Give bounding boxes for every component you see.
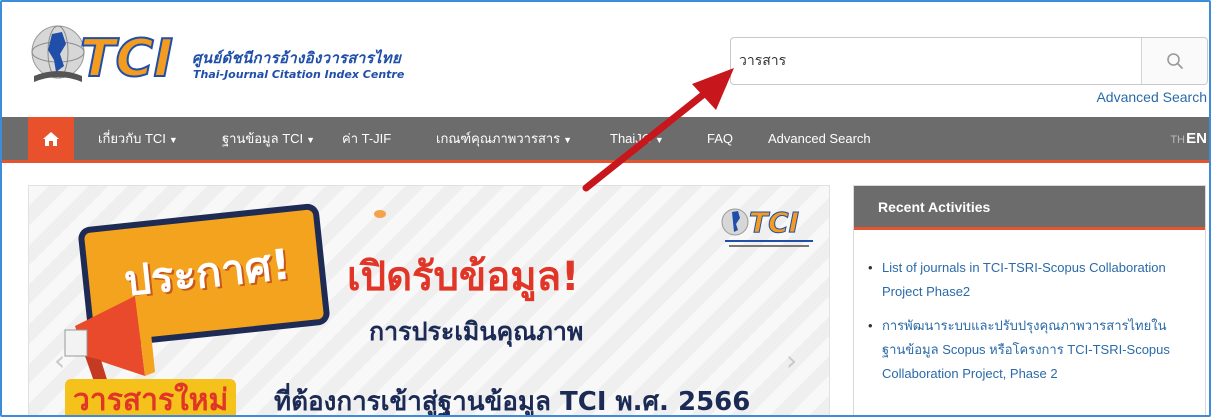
nav-label: ฐานข้อมูล TCI — [222, 131, 304, 146]
caret-down-icon: ▼ — [306, 135, 316, 145]
banner-tail: ที่ต้องการเข้าสู่ฐานข้อมูล TCI พ.ศ. 2566 — [274, 387, 751, 417]
tci-logo[interactable]: TCI — [28, 20, 188, 90]
caret-down-icon: ▼ — [563, 135, 573, 145]
nav-label: Advanced Search — [768, 131, 871, 146]
search-button[interactable] — [1141, 38, 1207, 84]
recent-activities-panel: Recent Activities List of journals in TC… — [853, 185, 1206, 415]
banner-headline: เปิดรับข้อมูล! — [347, 254, 580, 300]
banner-subhead: การประเมินคุณภาพ — [369, 317, 584, 346]
main-navbar: เกี่ยวกับ TCI ▼ ฐานข้อมูล TCI ▼ ค่า T-JIF … — [2, 117, 1209, 163]
nav-label: ThaiJO — [610, 131, 652, 146]
logo-title-th: ศูนย์ดัชนีการอ้างอิงวารสารไทย — [192, 49, 402, 67]
search-icon — [1166, 53, 1183, 69]
lang-en-toggle[interactable]: EN — [1186, 130, 1207, 147]
banner-tci-logo: TCI — [721, 206, 813, 247]
site-header: TCI ศูนย์ดัชนีการอ้างอิงวารสารไทย Thai-J… — [2, 2, 1209, 116]
banner-tag: วารสารใหม่ — [65, 379, 237, 415]
nav-label: เกณฑ์คุณภาพวารสาร — [436, 131, 561, 146]
nav-label: FAQ — [707, 131, 734, 146]
nav-item-faq[interactable]: FAQ — [707, 117, 733, 160]
nav-item-about[interactable]: เกี่ยวกับ TCI ▼ — [98, 117, 178, 160]
nav-label: เกี่ยวกับ TCI — [98, 131, 166, 146]
activity-link[interactable]: List of journals in TCI-TSRI-Scopus Coll… — [868, 256, 1189, 304]
nav-label: ค่า T-JIF — [342, 131, 392, 146]
decor-dot — [374, 210, 386, 218]
nav-item-advanced-search[interactable]: Advanced Search — [768, 117, 871, 160]
chevron-left-icon[interactable]: ‹ — [54, 344, 65, 377]
banner-logo-wordmark: TCI — [749, 206, 799, 239]
browser-page: TCI ศูนย์ดัชนีการอ้างอิงวารสารไทย Thai-J… — [0, 0, 1211, 417]
search-input[interactable] — [731, 38, 1141, 84]
announcement-banner[interactable]: ประกาศ! เปิดรับข้อมูล! การประเมินคุณภาพ … — [28, 185, 830, 417]
logo-wordmark: TCI — [80, 29, 173, 89]
panel-title: Recent Activities — [854, 186, 1205, 230]
chevron-right-icon[interactable]: › — [786, 344, 797, 377]
nav-item-thaijo[interactable]: ThaiJO ▼ — [610, 117, 664, 160]
search-bar — [730, 37, 1208, 85]
lang-th-toggle[interactable]: TH — [1170, 134, 1185, 146]
activity-list: List of journals in TCI-TSRI-Scopus Coll… — [854, 230, 1205, 386]
nav-item-criteria[interactable]: เกณฑ์คุณภาพวารสาร ▼ — [436, 117, 572, 160]
home-icon — [43, 131, 59, 146]
caret-down-icon: ▼ — [168, 135, 178, 145]
advanced-search-link[interactable]: Advanced Search — [1096, 89, 1207, 105]
logo-title-en: Thai-Journal Citation Index Centre — [193, 68, 405, 81]
activity-link[interactable]: การพัฒนาระบบและปรับปรุงคุณภาพวารสารไทยใน… — [868, 314, 1189, 386]
home-button[interactable] — [28, 117, 74, 160]
caret-down-icon: ▼ — [654, 135, 664, 145]
nav-item-database[interactable]: ฐานข้อมูล TCI ▼ — [222, 117, 315, 160]
nav-item-tjif[interactable]: ค่า T-JIF — [342, 117, 391, 160]
